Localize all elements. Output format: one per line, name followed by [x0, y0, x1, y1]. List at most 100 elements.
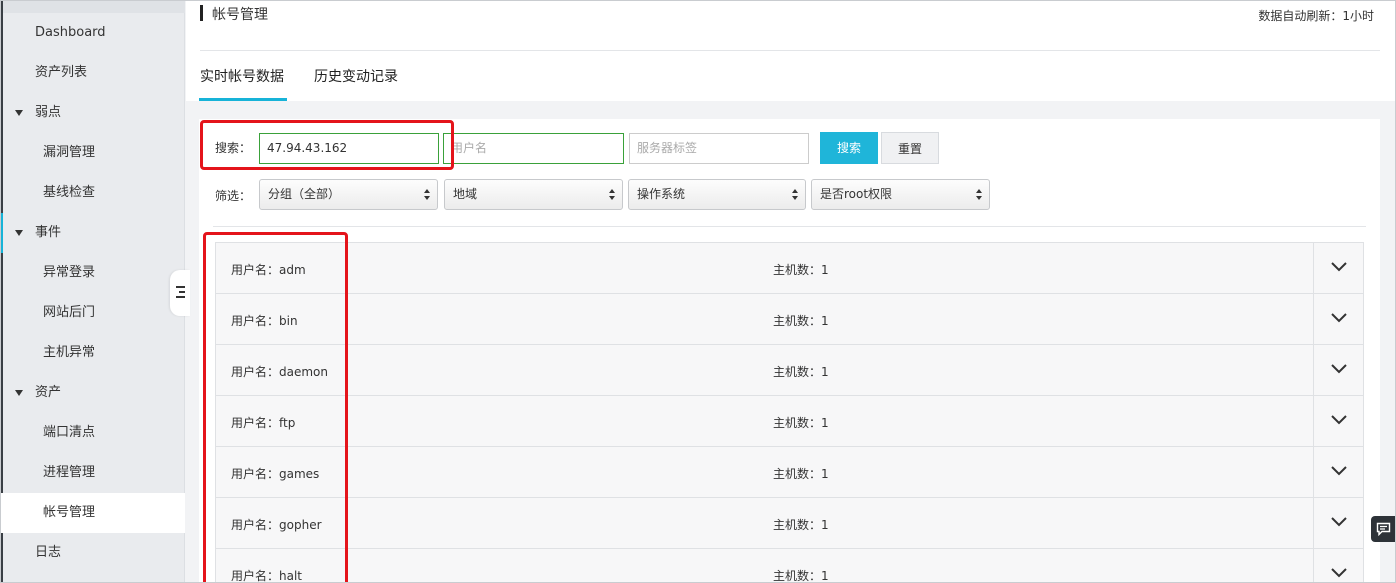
username-value: bin	[279, 314, 298, 328]
expand-button[interactable]	[1313, 345, 1363, 395]
sidebar-item-label: 基线检查	[43, 185, 96, 200]
title-marker	[200, 5, 203, 21]
username-value: games	[279, 467, 320, 481]
username-cell: 用户名：games	[231, 465, 319, 482]
host-count-value: 1	[821, 518, 829, 532]
expand-button[interactable]	[1313, 549, 1363, 583]
group-select-value: 分组（全部）	[268, 187, 341, 201]
sidebar-group-weakness[interactable]: 弱点	[0, 93, 185, 133]
sidebar-item-label: 异常登录	[43, 265, 96, 280]
region-select[interactable]: 地域	[444, 179, 623, 210]
chevron-down-icon	[1331, 262, 1347, 272]
sidebar-item-label: 主机异常	[43, 345, 96, 360]
username-label: 用户名：	[231, 263, 280, 277]
table-row[interactable]: 用户名：adm 主机数：1	[215, 242, 1364, 294]
page-header: 帐号管理 数据自动刷新：1小时 实时帐号数据 历史变动记录	[186, 0, 1396, 101]
username-label: 用户名：	[231, 467, 280, 481]
host-count-value: 1	[821, 569, 829, 583]
sidebar-item-label: 事件	[35, 225, 62, 240]
sidebar-group-assets[interactable]: 资产	[0, 373, 185, 413]
ip-search-input[interactable]: 47.94.43.162	[259, 133, 439, 164]
host-count-cell: 主机数：1	[773, 516, 829, 533]
sidebar-item-label: Dashboard	[35, 25, 106, 40]
reset-button[interactable]: 重置	[881, 132, 939, 164]
chevron-down-icon	[1331, 568, 1347, 578]
sidebar-item-webshell[interactable]: 网站后门	[0, 293, 185, 333]
auto-refresh-text: 数据自动刷新：1小时	[1258, 9, 1374, 23]
username-cell: 用户名：halt	[231, 567, 302, 583]
chevron-down-icon	[1331, 517, 1347, 527]
table-row[interactable]: 用户名：gopher 主机数：1	[215, 497, 1364, 549]
caret-down-icon	[15, 390, 23, 396]
sidebar-item-label: 网站后门	[43, 305, 96, 320]
feedback-button[interactable]	[1371, 516, 1396, 542]
sidebar-group-events[interactable]: 事件	[0, 213, 185, 253]
table-row[interactable]: 用户名：daemon 主机数：1	[215, 344, 1364, 396]
collapse-icon-bar	[179, 291, 185, 293]
host-count-label: 主机数：	[773, 569, 822, 583]
sidebar-item-label: 漏洞管理	[43, 145, 96, 160]
table-row[interactable]: 用户名：bin 主机数：1	[215, 293, 1364, 345]
sidebar-item-asset-list[interactable]: 资产列表	[0, 53, 185, 93]
table-row[interactable]: 用户名：ftp 主机数：1	[215, 395, 1364, 447]
region-select-value: 地域	[453, 187, 478, 201]
expand-button[interactable]	[1313, 447, 1363, 497]
tab-history[interactable]: 历史变动记录	[314, 66, 398, 86]
expand-button[interactable]	[1313, 498, 1363, 548]
username-value: halt	[279, 569, 303, 583]
username-cell: 用户名：gopher	[231, 516, 322, 533]
collapse-icon-bar	[176, 296, 185, 298]
sidebar-collapse-toggle[interactable]	[170, 270, 190, 316]
select-arrows-icon	[976, 188, 984, 202]
sidebar-item-processes[interactable]: 进程管理	[0, 453, 185, 493]
host-count-value: 1	[821, 263, 829, 277]
host-count-cell: 主机数：1	[773, 567, 829, 583]
os-select-value: 操作系统	[637, 187, 686, 201]
tab-realtime[interactable]: 实时帐号数据	[200, 66, 284, 86]
username-value: gopher	[279, 518, 322, 532]
username-cell: 用户名：daemon	[231, 363, 328, 380]
sidebar-item-label: 帐号管理	[43, 505, 96, 520]
table-row[interactable]: 用户名：games 主机数：1	[215, 446, 1364, 498]
filter-label: 筛选：	[215, 189, 252, 203]
group-select[interactable]: 分组（全部）	[259, 179, 438, 210]
username-cell: 用户名：adm	[231, 261, 306, 278]
host-count-value: 1	[821, 365, 829, 379]
sidebar-item-baseline[interactable]: 基线检查	[0, 173, 185, 213]
username-cell: 用户名：bin	[231, 312, 298, 329]
search-button[interactable]: 搜索	[820, 132, 878, 164]
host-count-cell: 主机数：1	[773, 414, 829, 431]
select-arrows-icon	[424, 188, 432, 202]
os-select[interactable]: 操作系统	[628, 179, 806, 210]
sidebar-item-accounts[interactable]: 帐号管理	[0, 493, 185, 533]
host-count-label: 主机数：	[773, 263, 822, 277]
username-cell: 用户名：ftp	[231, 414, 295, 431]
root-select[interactable]: 是否root权限	[811, 179, 990, 210]
sidebar-item-ports[interactable]: 端口清点	[0, 413, 185, 453]
sidebar-item-label: 资产	[35, 385, 62, 400]
chevron-down-icon	[1331, 415, 1347, 425]
expand-button[interactable]	[1313, 243, 1363, 293]
username-label: 用户名：	[231, 518, 280, 532]
expand-button[interactable]	[1313, 294, 1363, 344]
select-arrows-icon	[792, 188, 800, 202]
username-input[interactable]: 用户名	[443, 133, 624, 164]
host-count-label: 主机数：	[773, 365, 822, 379]
chevron-down-icon	[1331, 313, 1347, 323]
sidebar-item-host-anomaly[interactable]: 主机异常	[0, 333, 185, 373]
sidebar-item-logs[interactable]: 日志	[0, 533, 185, 573]
chevron-down-icon	[1331, 364, 1347, 374]
sidebar-item-abnormal-login[interactable]: 异常登录	[0, 253, 185, 293]
page-title: 帐号管理	[212, 7, 268, 23]
server-tag-input[interactable]: 服务器标签	[629, 133, 809, 164]
sidebar-item-dashboard[interactable]: Dashboard	[0, 13, 185, 53]
expand-button[interactable]	[1313, 396, 1363, 446]
sidebar-item-vulnerability[interactable]: 漏洞管理	[0, 133, 185, 173]
caret-down-icon	[15, 110, 23, 116]
host-count-cell: 主机数：1	[773, 261, 829, 278]
host-count-cell: 主机数：1	[773, 363, 829, 380]
username-value: adm	[279, 263, 306, 277]
username-value: daemon	[279, 365, 329, 379]
table-row[interactable]: 用户名：halt 主机数：1	[215, 548, 1364, 583]
host-count-label: 主机数：	[773, 314, 822, 328]
